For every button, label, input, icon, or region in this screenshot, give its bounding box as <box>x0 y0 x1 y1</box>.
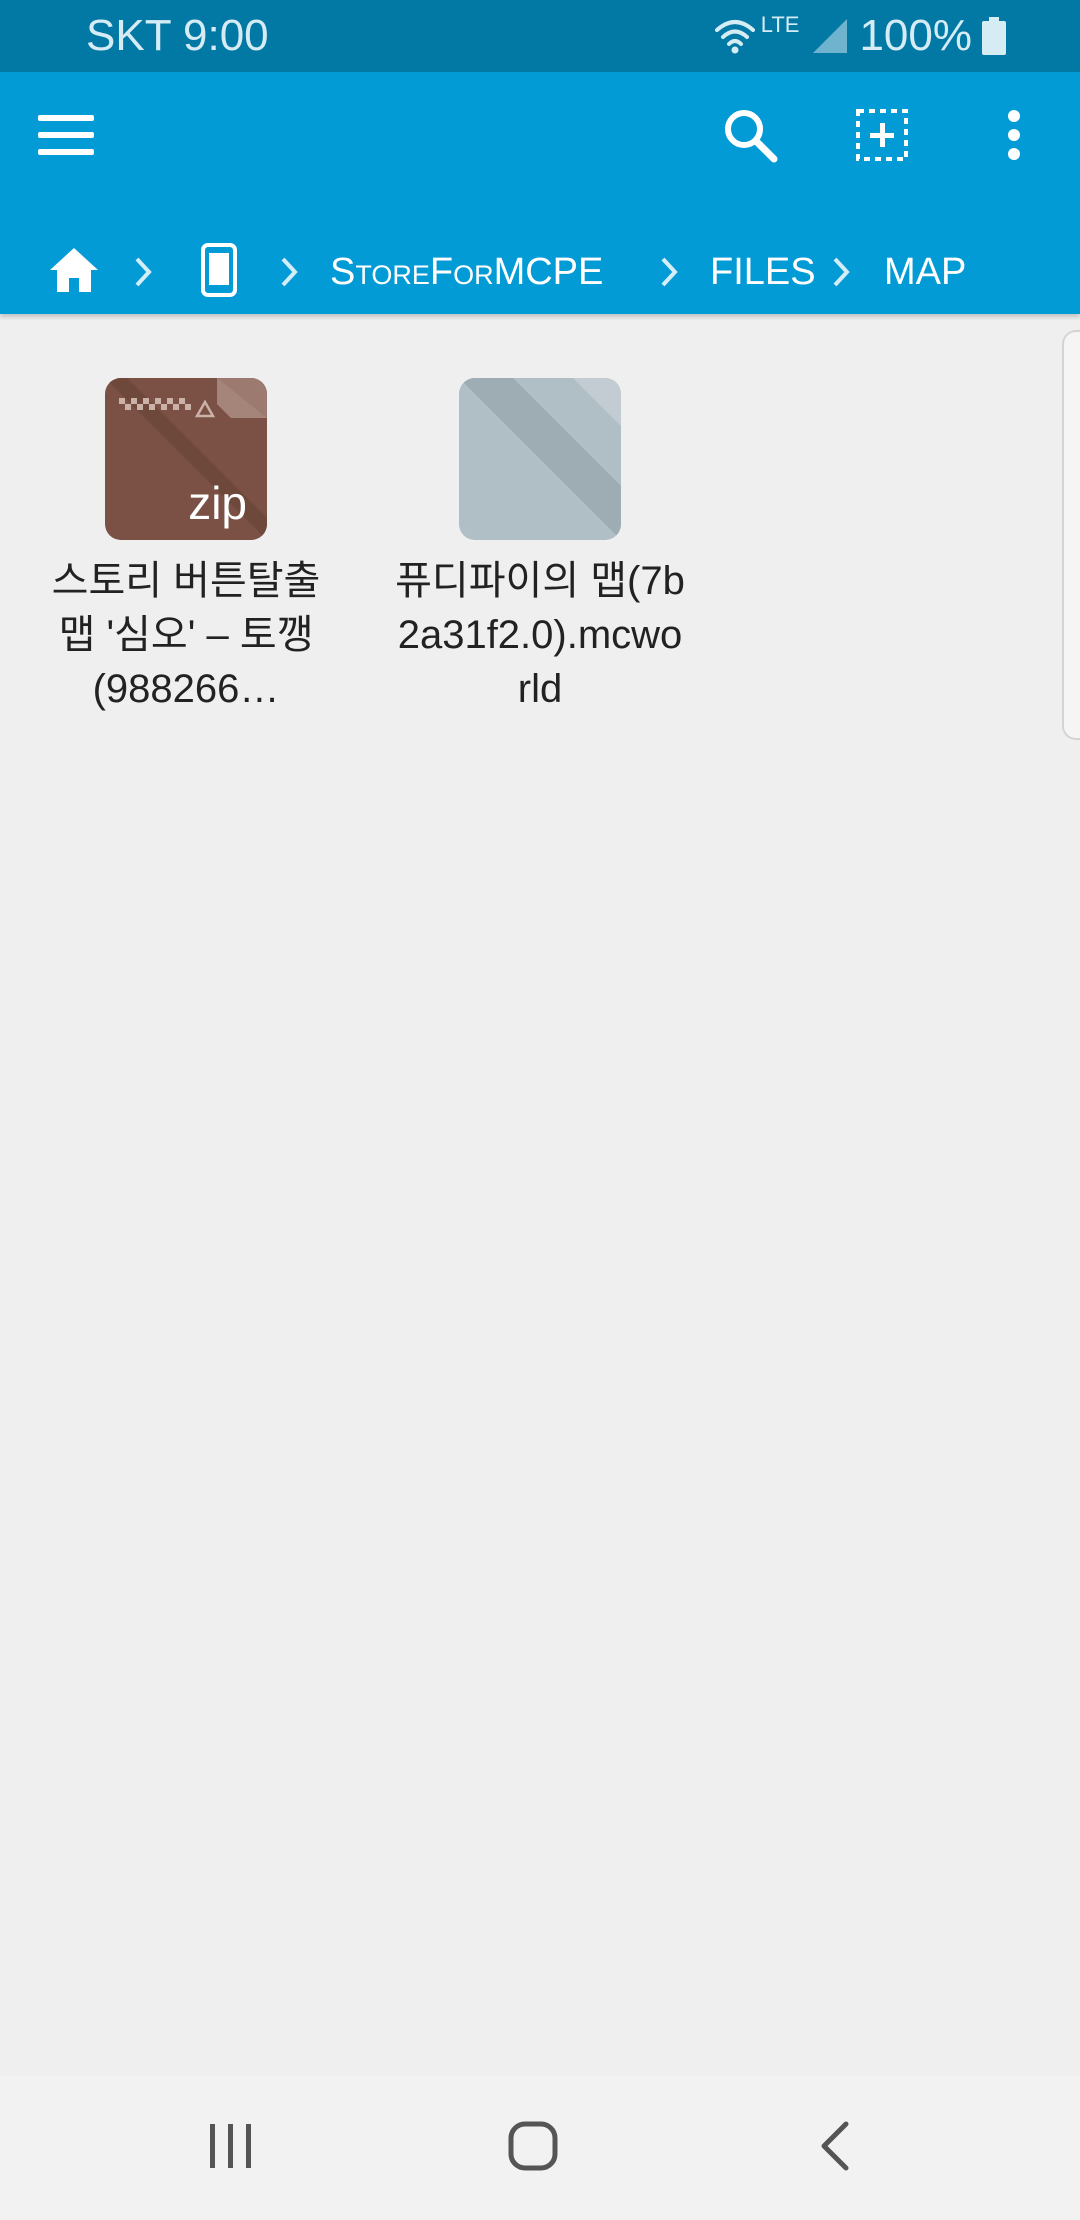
home-nav-button[interactable] <box>433 2076 633 2220</box>
select-all-button[interactable] <box>834 89 930 185</box>
menu-button[interactable] <box>18 89 114 185</box>
more-options-icon <box>1006 109 1022 166</box>
chevron-right-icon <box>826 252 856 292</box>
status-icons: LTE 100% <box>713 8 1006 64</box>
breadcrumb-device[interactable] <box>194 242 244 302</box>
file-grid: zip 스토리 버튼탈출맵 '심오' – 토깽(988266… 퓨디파이의 맵(… <box>0 314 1080 2076</box>
signal-icon <box>811 17 849 55</box>
file-item-zip[interactable]: zip 스토리 버튼탈출맵 '심오' – 토깽(988266… <box>41 378 331 770</box>
menu-icon <box>38 113 94 162</box>
wifi-icon <box>713 16 757 56</box>
battery-level: 100% <box>859 11 972 60</box>
generic-file-icon <box>459 378 621 540</box>
navigation-bar <box>0 2076 1080 2220</box>
home-button-icon <box>507 2120 559 2177</box>
chevron-right-icon <box>274 252 304 292</box>
carrier-time: SKT 9:00 <box>86 11 269 60</box>
home-icon <box>48 246 100 299</box>
more-options-button[interactable] <box>966 89 1062 185</box>
chevron-right-icon <box>128 252 158 292</box>
breadcrumb-files[interactable]: FILES <box>710 230 816 314</box>
battery-icon <box>982 17 1006 55</box>
file-name: 퓨디파이의 맵(7b2a31f2.0).mcworld <box>395 559 685 711</box>
search-button[interactable] <box>702 89 798 185</box>
file-item-mcworld[interactable]: 퓨디파이의 맵(7b2a31f2.0).mcworld <box>395 378 685 716</box>
back-button[interactable] <box>735 2076 935 2220</box>
breadcrumb-home[interactable] <box>42 244 106 300</box>
breadcrumb-map[interactable]: MAP <box>884 230 966 314</box>
select-all-icon <box>854 107 910 168</box>
zip-file-icon: zip <box>105 378 267 540</box>
back-icon <box>820 2121 850 2176</box>
scroll-handle[interactable] <box>1062 330 1080 740</box>
phone-storage-icon <box>201 242 237 302</box>
search-icon <box>722 107 778 168</box>
breadcrumb: StoreForMCPE FILES MAP <box>0 230 1080 314</box>
app-bar: StoreForMCPE FILES MAP <box>0 72 1080 314</box>
file-name: 스토리 버튼탈출맵 '심오' – 토깽(988266… <box>51 559 321 711</box>
recent-apps-icon <box>208 2122 254 2175</box>
breadcrumb-storeformcpe[interactable]: StoreForMCPE <box>330 230 603 314</box>
recent-apps-button[interactable] <box>131 2076 331 2220</box>
zip-label: zip <box>188 477 247 529</box>
network-type: LTE <box>760 12 800 37</box>
status-bar: SKT 9:00 LTE 100% <box>0 0 1080 72</box>
chevron-right-icon <box>654 252 684 292</box>
